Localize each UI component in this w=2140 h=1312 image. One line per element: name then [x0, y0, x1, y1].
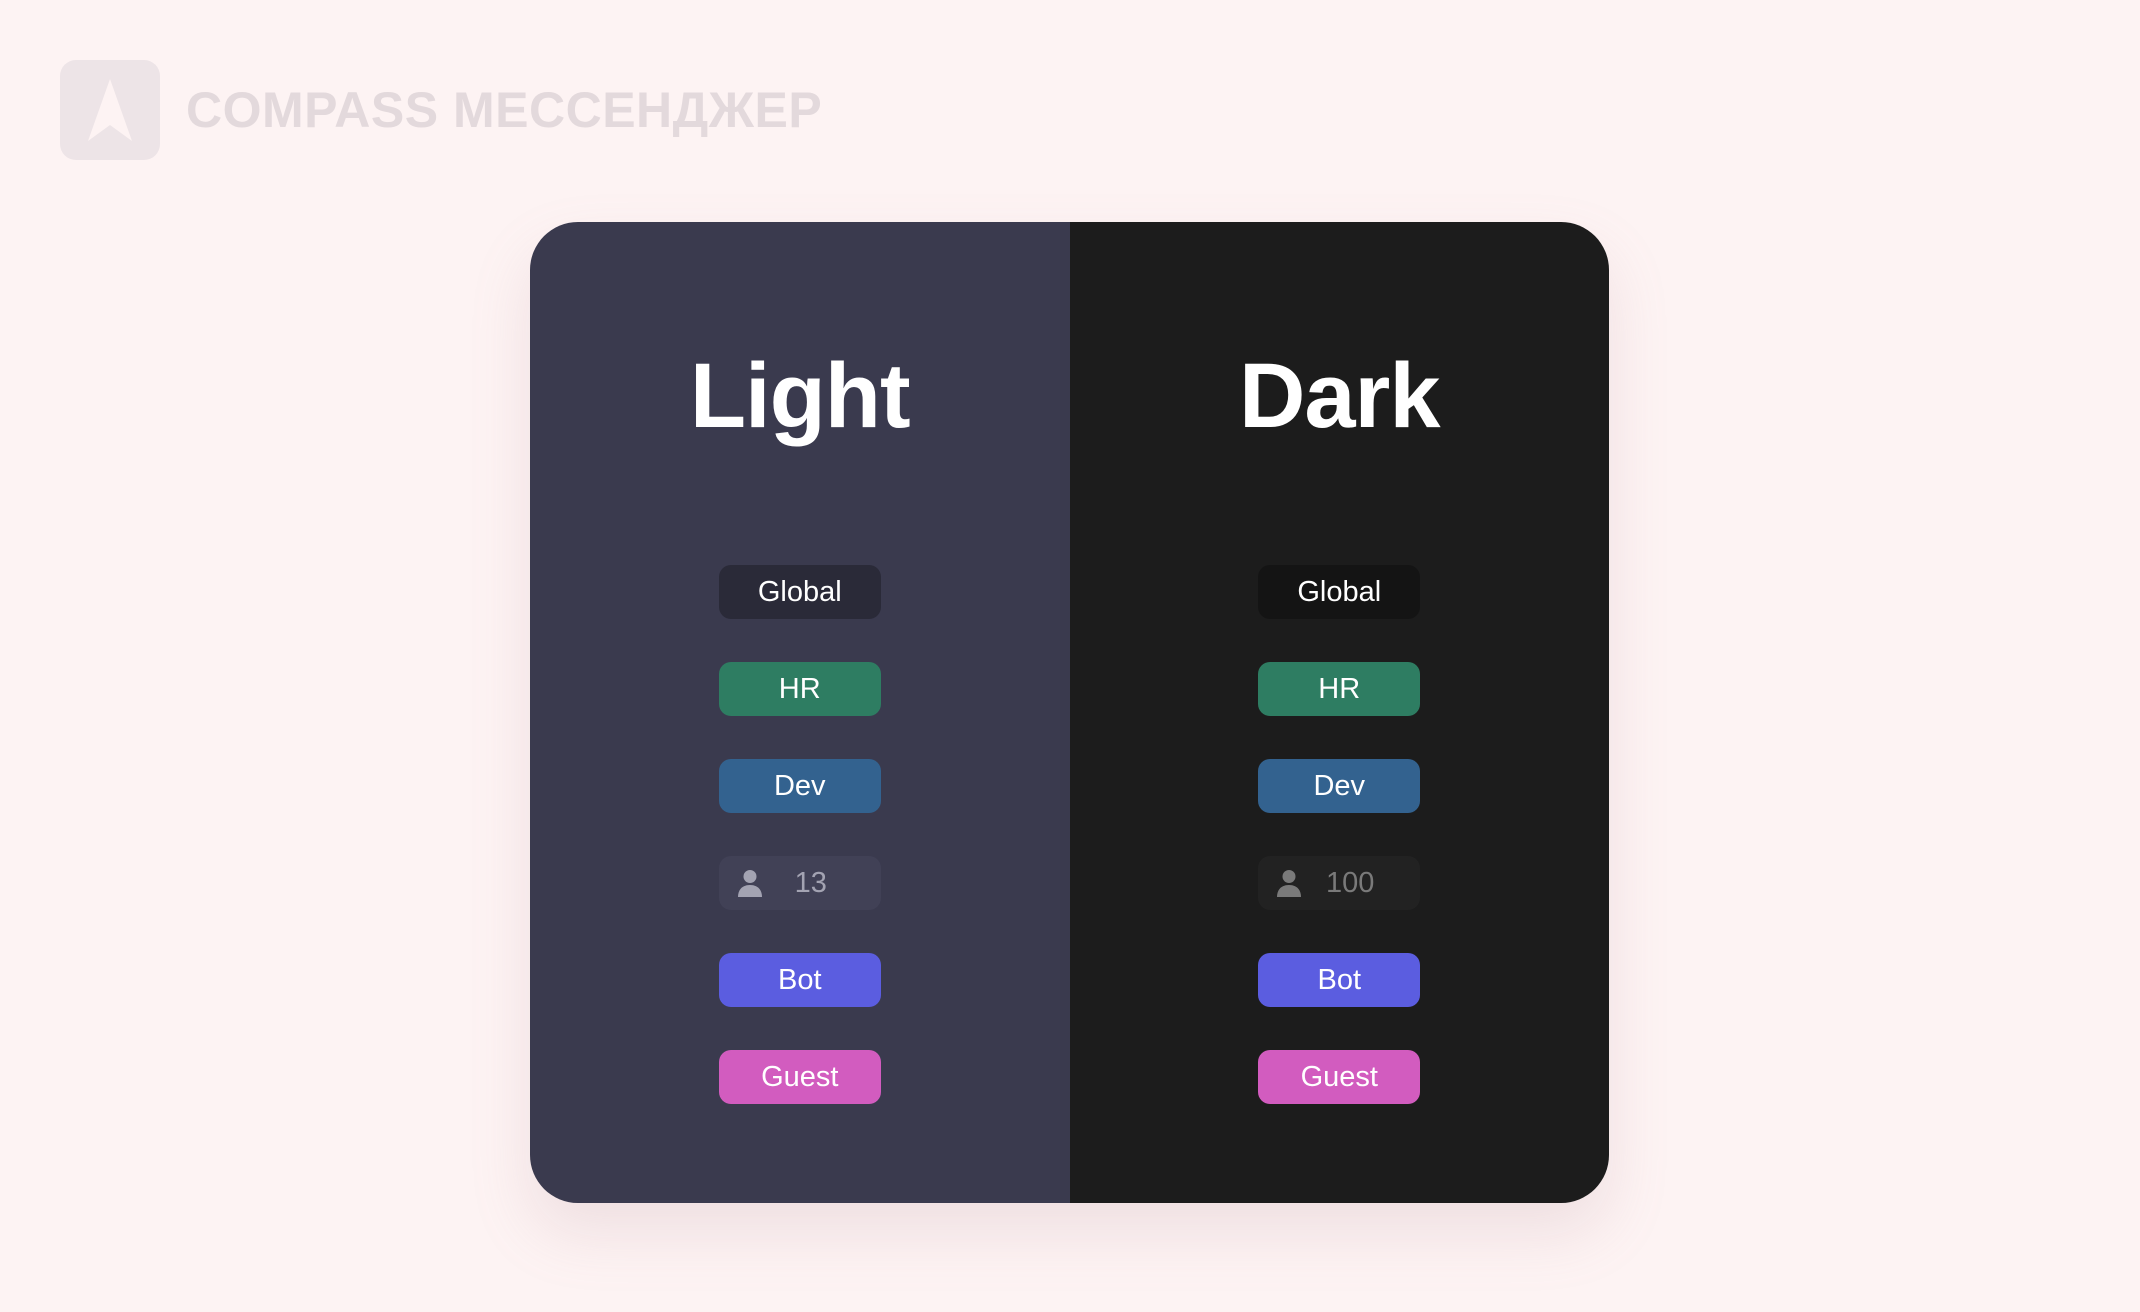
guest-badge: Guest: [718, 1050, 881, 1104]
dark-theme-title: Dark: [1238, 345, 1441, 447]
guest-badge: Guest: [1258, 1050, 1421, 1104]
person-icon: [1277, 870, 1302, 897]
brand-name: COMPASS МЕССЕНДЖЕР: [186, 82, 823, 138]
hr-badge: HR: [718, 662, 881, 716]
member-count-badge: 13: [718, 856, 881, 910]
light-theme-title: Light: [689, 345, 911, 447]
dev-badge: Dev: [1258, 759, 1421, 813]
bot-badge: Bot: [718, 953, 881, 1007]
brand-logo: [60, 60, 160, 160]
member-count-badge: 100: [1258, 856, 1421, 910]
dark-theme-column: Dark Global HR Dev 100 Bot Guest: [1069, 222, 1610, 1203]
member-count-value: 100: [1326, 866, 1375, 899]
light-badge-list: Global HR Dev 13 Bot Guest: [530, 565, 1070, 1147]
theme-comparison-card: Light Global HR Dev 13 Bot Guest Dark Gl…: [530, 222, 1609, 1203]
person-icon: [737, 870, 762, 897]
global-badge: Global: [718, 565, 881, 619]
brand-header: COMPASS МЕССЕНДЖЕР: [60, 60, 822, 160]
bot-badge: Bot: [1258, 953, 1421, 1007]
light-theme-column: Light Global HR Dev 13 Bot Guest: [530, 222, 1070, 1203]
compass-arrow-icon: [88, 79, 132, 141]
dark-badge-list: Global HR Dev 100 Bot Guest: [1070, 565, 1610, 1147]
global-badge: Global: [1258, 565, 1421, 619]
member-count-value: 13: [794, 866, 827, 899]
hr-badge: HR: [1258, 662, 1421, 716]
dev-badge: Dev: [718, 759, 881, 813]
